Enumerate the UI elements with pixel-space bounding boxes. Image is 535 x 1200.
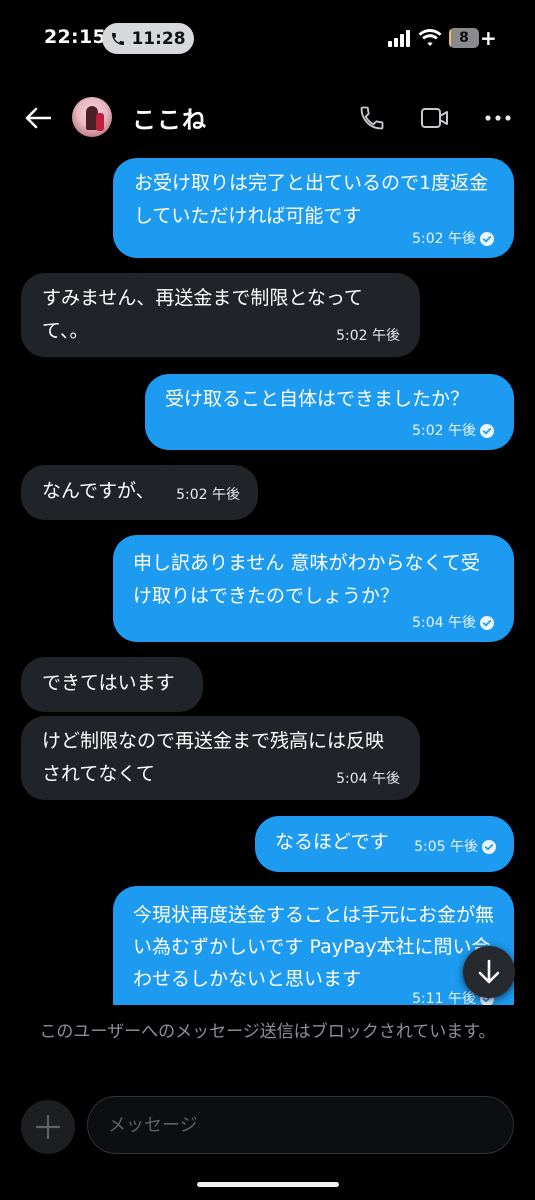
message-meta: 5:02 午後 xyxy=(176,486,240,504)
more-icon[interactable] xyxy=(484,106,512,130)
message-time: 5:05 午後 xyxy=(414,839,478,855)
incoming-message[interactable]: けど制限なので再送金まで残高には反映されてなくて 5:04 午後 xyxy=(21,716,420,800)
message-time: 5:11 午後 xyxy=(412,991,476,1005)
message-time: 5:02 午後 xyxy=(412,423,476,439)
message-time: 5:02 午後 xyxy=(176,487,240,503)
message-meta: 5:04 午後 xyxy=(412,614,494,632)
phone-call-icon xyxy=(112,32,125,45)
status-bar: 22:15 11:28 8 + xyxy=(0,0,535,78)
plus-icon xyxy=(35,1114,61,1140)
incoming-message[interactable]: なんですが、 5:02 午後 xyxy=(21,465,258,520)
message-text: 今現状再度送金することは手元にお金が無い為むずかしいです PayPay本社に問い… xyxy=(133,904,495,990)
outgoing-message[interactable]: 申し訳ありません 意味がわからなくて受け取りはできたのでしょうか？ 5:04 午… xyxy=(113,535,514,642)
outgoing-message[interactable]: なるほどです 5:05 午後 xyxy=(255,816,514,872)
add-attachment-button[interactable] xyxy=(21,1100,75,1154)
message-time: 5:04 午後 xyxy=(412,615,476,631)
message-input[interactable] xyxy=(87,1096,514,1154)
message-meta: 5:05 午後 xyxy=(414,838,496,856)
battery-level: 8 xyxy=(459,30,469,46)
read-check-icon xyxy=(480,232,494,246)
home-indicator xyxy=(197,1182,339,1187)
message-text: 受け取ること自体はできましたか？ xyxy=(165,388,470,410)
blocked-notice: このユーザーへのメッセージ送信はブロックされています。 xyxy=(39,1022,496,1042)
message-time: 5:02 午後 xyxy=(336,328,400,344)
message-text: お受け取りは完了と出ているので1度返金していただければ可能です xyxy=(134,172,489,227)
read-check-icon xyxy=(482,840,496,854)
message-meta: 5:02 午後 xyxy=(336,327,400,345)
status-time: 22:15 xyxy=(44,26,106,48)
read-check-icon xyxy=(480,424,494,438)
phone-icon[interactable] xyxy=(358,104,386,132)
conversation-header: ここね xyxy=(0,86,535,150)
video-icon[interactable] xyxy=(420,106,450,130)
back-arrow-icon xyxy=(25,107,51,129)
message-time: 5:04 午後 xyxy=(336,771,400,787)
active-call-pill[interactable]: 11:28 xyxy=(102,23,194,54)
message-text: できてはいます xyxy=(42,672,175,694)
message-list[interactable]: お受け取りは完了と出ているので1度返金していただければ可能です 5:02 午後 … xyxy=(0,150,535,1005)
message-text: 申し訳ありません 意味がわからなくて受け取りはできたのでしょうか？ xyxy=(133,552,480,607)
outgoing-message[interactable]: お受け取りは完了と出ているので1度返金していただければ可能です 5:02 午後 xyxy=(113,158,514,258)
incoming-message[interactable]: できてはいます xyxy=(21,657,203,712)
contact-name[interactable]: ここね xyxy=(132,100,207,135)
scroll-to-bottom-button[interactable] xyxy=(463,946,515,998)
charging-indicator: + xyxy=(480,26,497,50)
cellular-signal-icon xyxy=(388,30,410,47)
outgoing-message[interactable]: 受け取ること自体はできましたか？ 5:02 午後 xyxy=(145,374,514,450)
message-meta: 5:02 午後 xyxy=(412,230,494,248)
call-duration: 11:28 xyxy=(131,28,186,49)
message-meta: 5:02 午後 xyxy=(412,422,494,440)
back-button[interactable] xyxy=(22,102,54,134)
avatar[interactable] xyxy=(72,97,112,137)
battery-indicator: 8 xyxy=(449,28,479,48)
message-time: 5:02 午後 xyxy=(412,231,476,247)
incoming-message[interactable]: すみません、再送金まで制限となってて、。 5:02 午後 xyxy=(21,273,420,357)
read-check-icon xyxy=(480,616,494,630)
avatar-figure-accent xyxy=(96,113,104,131)
message-meta: 5:04 午後 xyxy=(336,770,400,788)
arrow-down-icon xyxy=(478,959,500,984)
wifi-icon xyxy=(418,29,442,46)
outgoing-message[interactable]: 今現状再度送金することは手元にお金が無い為むずかしいです PayPay本社に問い… xyxy=(113,886,514,1005)
